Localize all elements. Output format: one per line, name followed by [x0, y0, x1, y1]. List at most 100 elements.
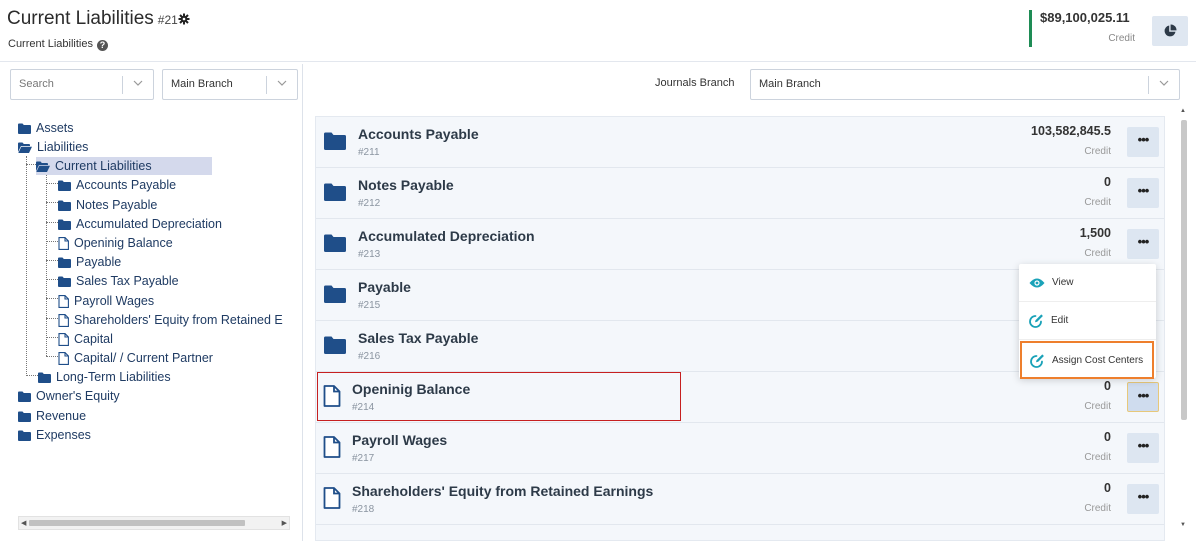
file-icon — [58, 313, 69, 327]
scroll-up-icon[interactable]: ▲ — [1180, 108, 1186, 114]
list-item[interactable]: Notes Payable #212 0 Credit ••• — [316, 168, 1164, 219]
file-icon — [58, 236, 69, 250]
account-name[interactable]: Accumulated Depreciation — [358, 228, 535, 244]
tree-item-accumulated-depreciation[interactable]: Accumulated Depreciation — [58, 215, 222, 233]
file-icon — [323, 385, 341, 407]
folder-icon — [18, 430, 31, 441]
menu-item-assign-cost-centers[interactable]: Assign Cost Centers — [1020, 341, 1154, 379]
gear-icon[interactable] — [178, 13, 190, 25]
tree-item-assets[interactable]: Assets — [18, 119, 74, 137]
scrollbar-thumb[interactable] — [29, 520, 245, 526]
tree-item-label: Sales Tax Payable — [76, 274, 179, 288]
tree-item-capital[interactable]: Capital — [58, 330, 113, 348]
journals-branch-label: Journals Branch — [655, 77, 735, 89]
journals-branch-value: Main Branch — [759, 78, 821, 90]
tree-item-label: Openinig Balance — [74, 236, 173, 250]
account-name[interactable]: Openinig Balance — [352, 381, 470, 397]
account-code: #215 — [358, 300, 381, 311]
search-select[interactable]: Search — [10, 69, 154, 100]
folder-open-icon — [36, 161, 50, 172]
more-actions-button[interactable]: ••• — [1127, 178, 1159, 208]
folder-icon — [18, 411, 31, 422]
chart-button[interactable] — [1152, 16, 1188, 46]
account-name[interactable]: Shareholders' Equity from Retained Earni… — [352, 483, 653, 499]
account-balance-type: Credit — [1084, 452, 1111, 463]
tree-item-label: Capital/ / Current Partner — [74, 351, 213, 365]
folder-icon — [58, 219, 71, 230]
folder-open-icon — [18, 142, 32, 153]
balance-amount: $89,100,025.11 — [1040, 10, 1130, 25]
tree-item-label: Accumulated Depreciation — [76, 217, 222, 231]
account-name[interactable]: Notes Payable — [358, 177, 454, 193]
file-icon — [58, 294, 69, 308]
folder-icon — [38, 372, 51, 383]
more-actions-button[interactable]: ••• — [1127, 433, 1159, 463]
tree-item-revenue[interactable]: Revenue — [18, 407, 86, 425]
scroll-down-icon[interactable]: ▼ — [1180, 522, 1186, 528]
balance-type: Credit — [1108, 33, 1135, 44]
tree-item-current-liabilities[interactable]: Current Liabilities — [36, 157, 212, 175]
tree-item-label: Expenses — [36, 428, 91, 442]
more-actions-button[interactable]: ••• — [1127, 127, 1159, 157]
list-item[interactable]: Payroll Wages #217 0 Credit ••• — [316, 423, 1164, 474]
scroll-left-icon[interactable]: ◀ — [21, 519, 26, 527]
scrollbar-thumb[interactable] — [1181, 120, 1187, 420]
list-item[interactable]: Openinig Balance #214 0 Credit ••• — [316, 372, 1164, 423]
file-icon — [323, 436, 341, 458]
menu-item-view[interactable]: View — [1019, 264, 1156, 302]
tree-item-notes-payable[interactable]: Notes Payable — [58, 196, 157, 214]
account-code: #212 — [358, 198, 381, 209]
account-balance: 0 — [1104, 379, 1111, 393]
horizontal-scrollbar[interactable]: ◀ ▶ — [18, 516, 290, 530]
tree-item-label: Long-Term Liabilities — [56, 370, 171, 384]
folder-icon — [324, 183, 346, 201]
page-title-text: Current Liabilities — [7, 8, 154, 29]
journals-branch-select[interactable]: Main Branch — [750, 69, 1180, 100]
folder-icon — [58, 276, 71, 287]
pie-chart-icon — [1164, 24, 1177, 37]
tree-item-liabilities[interactable]: Liabilities — [18, 138, 88, 156]
vertical-scrollbar[interactable]: ▲ ▼ — [1180, 108, 1188, 528]
branch-select[interactable]: Main Branch — [162, 69, 298, 100]
tree-item-label: Accounts Payable — [76, 178, 177, 192]
tree-item-shareholders-equity[interactable]: Shareholders' Equity from Retained E — [58, 311, 290, 329]
account-name[interactable]: Accounts Payable — [358, 126, 479, 142]
scroll-right-icon[interactable]: ▶ — [282, 519, 287, 527]
breadcrumb: Current Liabilities? — [8, 38, 108, 51]
folder-icon — [18, 123, 31, 134]
account-name[interactable]: Payroll Wages — [352, 432, 447, 448]
tree-item-label: Current Liabilities — [55, 159, 152, 173]
menu-item-edit[interactable]: Edit — [1019, 302, 1156, 340]
menu-item-label: Edit — [1051, 315, 1069, 326]
list-item[interactable]: Shareholders' Equity from Retained Earni… — [316, 474, 1164, 525]
more-actions-button[interactable]: ••• — [1127, 229, 1159, 259]
folder-icon — [324, 132, 346, 150]
tree-item-expenses[interactable]: Expenses — [18, 426, 91, 444]
account-balance: 1,500 — [1079, 226, 1111, 240]
file-icon — [58, 351, 69, 365]
list-item[interactable]: Accumulated Depreciation #213 1,500 Cred… — [316, 219, 1164, 270]
tree-item-openinig-balance[interactable]: Openinig Balance — [58, 234, 173, 252]
tree-item-capital-current-partner[interactable]: Capital/ / Current Partner — [58, 349, 213, 367]
tree-item-sales-tax-payable[interactable]: Sales Tax Payable — [58, 272, 179, 290]
folder-icon — [324, 285, 346, 303]
list-item[interactable]: Accounts Payable #211 103,582,845.5 Cred… — [316, 117, 1164, 168]
tree-item-payable[interactable]: Payable — [58, 253, 121, 271]
help-icon[interactable]: ? — [96, 40, 108, 51]
menu-item-label: Assign Cost Centers — [1052, 354, 1144, 366]
account-balance-type: Credit — [1084, 401, 1111, 412]
row-actions-menu: View Edit Assign Cost Centers — [1019, 264, 1156, 379]
tree-item-payroll-wages[interactable]: Payroll Wages — [58, 292, 154, 310]
account-balance: 0 — [1104, 430, 1111, 444]
top-bar: Current Liabilities #21 Current Liabiliti… — [0, 0, 1196, 62]
account-code: #217 — [352, 453, 375, 464]
more-actions-button[interactable]: ••• — [1127, 382, 1159, 412]
tree-item-long-term-liabilities[interactable]: Long-Term Liabilities — [38, 368, 171, 386]
account-name[interactable]: Sales Tax Payable — [358, 330, 478, 346]
account-balance-type: Credit — [1084, 146, 1111, 157]
tree-item-accounts-payable[interactable]: Accounts Payable — [58, 176, 176, 194]
more-actions-button[interactable]: ••• — [1127, 484, 1159, 514]
tree-item-owners-equity[interactable]: Owner's Equity — [18, 387, 120, 405]
account-name[interactable]: Payable — [358, 279, 411, 295]
folder-icon — [324, 234, 346, 252]
